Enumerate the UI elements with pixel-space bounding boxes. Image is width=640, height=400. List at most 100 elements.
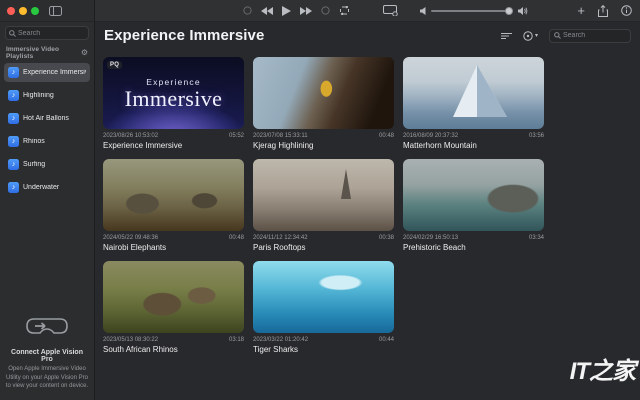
video-meta: 2023/07/08 15:33:11 00:48 (253, 133, 394, 139)
video-card-south-african-rhinos[interactable]: 2023/05/13 08:30:22 03:18 South African … (103, 261, 244, 354)
sidebar-item-surfing[interactable]: ♪ Surfing (4, 155, 90, 174)
video-date: 2023/08/26 10:53:02 (103, 133, 159, 139)
share-icon[interactable] (598, 4, 608, 17)
video-title: South African Rhinos (103, 345, 178, 354)
sidebar-item-highlining[interactable]: ♪ Highlining (4, 86, 90, 105)
video-thumbnail[interactable] (403, 57, 544, 129)
sidebar-section-title: Immersive Video Playlists (6, 46, 60, 60)
video-title: Kjerag Highlining (253, 141, 314, 150)
video-date: 2016/08/09 20:37:32 (403, 133, 459, 139)
video-thumbnail[interactable] (103, 159, 244, 231)
video-card-prehistoric-beach[interactable]: 2024/02/29 16:50:13 03:34 Prehistoric Be… (403, 159, 544, 252)
play-button[interactable] (282, 5, 291, 16)
video-date: 2024/05/22 09:48:36 (103, 235, 159, 241)
gear-icon[interactable]: ⚙ (81, 49, 88, 57)
zoom-window-button[interactable] (31, 6, 39, 15)
volume-slider[interactable] (431, 6, 513, 15)
sidebar-search-field[interactable] (5, 26, 89, 40)
close-window-button[interactable] (7, 6, 15, 15)
sidebar-item-hot-air-ballons[interactable]: ♪ Hot Air Ballons (4, 109, 90, 128)
sort-list-icon[interactable] (500, 32, 512, 40)
chevron-down-icon: ▾ (534, 33, 538, 39)
sidebar-item-label: Highlining (23, 92, 54, 99)
video-thumbnail[interactable] (253, 57, 394, 129)
connect-title: Connect Apple Vision Pro (11, 348, 83, 363)
sidebar-item-label: Experience Immersive (23, 69, 86, 76)
video-meta: 2016/08/09 20:37:32 03:56 (403, 133, 544, 139)
header-controls: ▾ (500, 28, 631, 43)
minimize-window-button[interactable] (19, 6, 27, 15)
video-title: Nairobi Elephants (103, 243, 167, 252)
playlist-icon: ♪ (8, 182, 19, 193)
video-duration: 03:34 (528, 235, 544, 241)
sidebar-item-experience-immersive[interactable]: ♪ Experience Immersive (4, 63, 90, 82)
sidebar-item-label: Surfing (23, 161, 46, 168)
volume-max-icon[interactable] (518, 6, 528, 15)
video-duration: 03:56 (528, 133, 544, 139)
connect-description: Open Apple Immersive Video Utility on yo… (5, 365, 89, 390)
main-content: Experience Immersive ▾ Search PQ Experie… (95, 22, 640, 400)
video-thumbnail[interactable] (253, 159, 394, 231)
repeat-icon[interactable] (243, 6, 252, 15)
volume-min-icon[interactable] (420, 6, 426, 15)
grid-search-field[interactable] (549, 28, 631, 43)
video-card-experience-immersive[interactable]: PQ Experience Immersive 2023/08/26 10:53… (103, 57, 244, 150)
video-duration: 00:38 (378, 235, 394, 241)
video-meta: 2023/03/22 01:20:42 00:44 (253, 337, 394, 343)
vision-pro-icon (25, 316, 69, 340)
video-meta: 2024/02/29 16:50:13 03:34 (403, 235, 544, 241)
fast-forward-button[interactable] (300, 6, 312, 15)
display-settings-icon[interactable] (383, 5, 398, 16)
video-title: Matterhorn Mountain (403, 141, 477, 150)
video-thumbnail[interactable] (403, 159, 544, 231)
search-icon (554, 32, 561, 39)
video-duration: 00:48 (378, 133, 394, 139)
volume-control (420, 6, 528, 15)
playlist-icon: ♪ (8, 136, 19, 147)
artwork-text: Experience Immersive (103, 57, 244, 129)
titlebar: + (0, 0, 640, 22)
grid-search-input[interactable] (563, 32, 626, 39)
filter-dropdown[interactable]: ▾ (523, 30, 538, 41)
video-card-tiger-sharks[interactable]: 2023/03/22 01:20:42 00:44 Tiger Sharks (253, 261, 394, 354)
info-icon[interactable] (621, 5, 632, 16)
mirror-icon[interactable] (339, 6, 350, 15)
playlist-icon: ♪ (8, 90, 19, 101)
add-button[interactable]: + (577, 4, 585, 17)
video-meta: 2024/11/12 12:34:42 00:38 (253, 235, 394, 241)
video-thumbnail[interactable]: PQ Experience Immersive (103, 57, 244, 129)
video-card-matterhorn-mountain[interactable]: 2016/08/09 20:37:32 03:56 Matterhorn Mou… (403, 57, 544, 150)
video-duration: 00:48 (228, 235, 244, 241)
sidebar-item-rhinos[interactable]: ♪ Rhinos (4, 132, 90, 151)
video-title: Prehistoric Beach (403, 243, 466, 252)
app-window: + Immersive Video Playlists ⚙ (0, 0, 640, 400)
video-date: 2023/05/13 08:30:22 (103, 337, 159, 343)
video-duration: 05:52 (228, 133, 244, 139)
video-card-paris-rooftops[interactable]: 2024/11/12 12:34:42 00:38 Paris Rooftops (253, 159, 394, 252)
video-card-nairobi-elephants[interactable]: 2024/05/22 09:48:36 00:48 Nairobi Elepha… (103, 159, 244, 252)
artwork-line1: Experience (146, 76, 201, 87)
video-card-kjerag-highlining[interactable]: 2023/07/08 15:33:11 00:48 Kjerag Highlin… (253, 57, 394, 150)
video-thumbnail[interactable] (253, 261, 394, 333)
toolbar-right-actions: + (577, 4, 632, 17)
artwork-line2: Immersive (124, 85, 223, 111)
video-date: 2024/11/12 12:34:42 (253, 235, 308, 241)
video-meta: 2023/05/13 08:30:22 03:18 (103, 337, 244, 343)
connect-vision-pro-panel: Connect Apple Vision Pro Open Apple Imme… (0, 316, 94, 391)
video-meta: 2024/05/22 09:48:36 00:48 (103, 235, 244, 241)
playlist-icon: ♪ (8, 67, 19, 78)
rewind-button[interactable] (261, 6, 273, 15)
sidebar-toggle-icon[interactable] (49, 5, 62, 16)
search-icon (9, 29, 16, 37)
content-header: Experience Immersive ▾ (95, 22, 640, 49)
video-date: 2024/02/29 16:50:13 (403, 235, 459, 241)
video-grid: PQ Experience Immersive 2023/08/26 10:53… (95, 49, 640, 354)
volume-slider-knob[interactable] (504, 6, 513, 15)
sidebar-search-input[interactable] (18, 29, 85, 37)
video-duration: 00:44 (378, 337, 394, 343)
playlist-icon: ♪ (8, 159, 19, 170)
video-thumbnail[interactable] (103, 261, 244, 333)
sidebar-item-underwater[interactable]: ♪ Underwater (4, 178, 90, 197)
record-icon[interactable] (321, 6, 330, 15)
video-title: Tiger Sharks (253, 345, 299, 354)
